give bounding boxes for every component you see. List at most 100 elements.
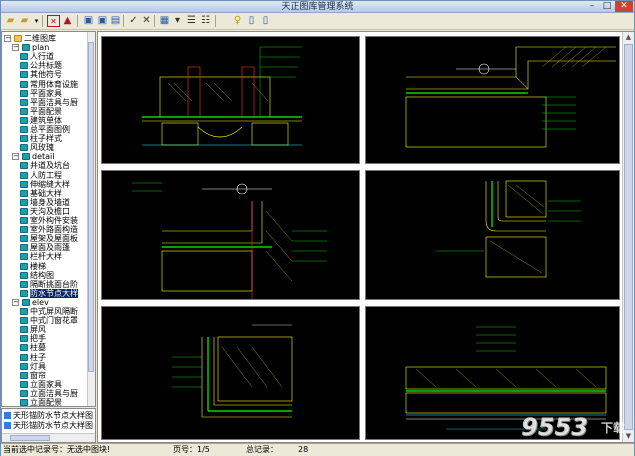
info-icon[interactable]: ▯ [245, 15, 258, 27]
cad-drawing [436, 180, 581, 278]
tree-node-label: 室外路面构造 [30, 225, 78, 235]
block-list-hscrollbar[interactable] [2, 433, 95, 442]
folder-icon [20, 317, 28, 325]
tree-item[interactable]: 立面配景 [20, 398, 62, 407]
block-list-hscroll-thumb[interactable] [10, 435, 50, 441]
drawing-thumbnail[interactable] [101, 306, 360, 440]
tree-node-label: 风玫瑰 [30, 143, 54, 153]
tree-node-label: 建筑单体 [30, 115, 62, 125]
settings-icon[interactable]: ▯ [259, 15, 272, 27]
list-detail-icon[interactable]: ☷ [199, 15, 212, 27]
folder-icon [20, 198, 28, 206]
tree-node-label: 人行道 [30, 52, 54, 62]
tree-node-label: 屋面及雨篷 [30, 243, 70, 253]
tree-node-label: 平面配景 [30, 106, 62, 116]
grid-icon[interactable]: ▦ [158, 15, 171, 27]
print-icon[interactable]: ▤ [109, 15, 122, 27]
folder-icon [20, 107, 28, 115]
drawing-thumbnail[interactable] [365, 36, 620, 164]
tree-node-label: 室外构件安装 [30, 216, 78, 225]
scroll-down-icon[interactable]: ▼ [624, 431, 633, 441]
select-icon[interactable]: ✕ [47, 15, 60, 27]
block-icon [4, 422, 11, 429]
tree-node-label: elev [32, 297, 49, 307]
folder-icon [20, 126, 28, 133]
preview-area: ▲ ▼ [97, 31, 634, 443]
block-list-panel: 天形锚防水节点大样图 天形锚防水节点大样图 [1, 408, 96, 443]
tree-node-label: 楼梯 [30, 261, 46, 271]
expand-toggle-icon[interactable]: − [12, 298, 19, 306]
folder-icon [20, 271, 28, 279]
scroll-up-icon[interactable]: ▲ [624, 32, 633, 42]
drawing-thumbnail[interactable] [101, 36, 360, 164]
block-list-item[interactable]: 天形锚防水节点大样图 [4, 421, 93, 431]
folder-icon [20, 226, 28, 234]
minimize-button[interactable]: – [585, 1, 599, 12]
tree-node-label: 窗帘 [30, 370, 46, 380]
folder-icon [20, 244, 28, 252]
title-bar: 天正图库管理系统 – □ ✕ [1, 1, 634, 13]
tree-node-label: 栏杆大样 [30, 252, 62, 262]
watermark-logo: 9553 [521, 413, 588, 441]
tree-node-label: 平面家具 [30, 88, 62, 98]
folder-icon [20, 371, 28, 379]
folder-icon [20, 289, 28, 297]
cad-drawing [142, 46, 302, 146]
folder-icon [20, 399, 28, 406]
folder-icon [20, 262, 28, 270]
preview-scrollbar[interactable]: ▲ ▼ [622, 32, 634, 442]
maximize-button[interactable]: □ [600, 1, 614, 12]
block-list-item[interactable]: 天形锚防水节点大样图 [4, 411, 93, 421]
preview-scroll-thumb[interactable] [624, 44, 633, 430]
import-icon[interactable]: ▣ [82, 15, 95, 27]
tree-node-label: 井道及坑台 [30, 161, 70, 171]
folder-icon [20, 380, 28, 388]
tree-node-label: 公共标题 [30, 61, 62, 71]
tree-node-label: 中式屏风隔断 [30, 307, 78, 316]
folder-icon [22, 298, 30, 306]
window-title: 天正图库管理系统 [281, 2, 354, 12]
tree-node-label: 墙身及墙道 [30, 197, 70, 207]
tree-node-label: 立面配景 [30, 398, 62, 407]
tree-node-label: plan [32, 43, 50, 53]
drawing-thumbnail[interactable] [101, 170, 360, 300]
folder-icon [20, 353, 28, 361]
tree-node-label: 防水节点大样 [30, 288, 78, 298]
tree-scrollbar[interactable] [87, 32, 95, 406]
folder-icon [22, 44, 30, 52]
list-icon[interactable]: ☰ [185, 15, 198, 27]
folder-icon [20, 171, 28, 179]
app-window: 天正图库管理系统 – □ ✕ ▰ ▰ ▾ ✕ ▲ ▣ ▣ ▤ ✓ ✕ ▦ ▾ ☰… [0, 0, 635, 456]
tree-node-label: 人防工程 [30, 170, 62, 180]
folder-icon [20, 53, 28, 61]
cross-icon[interactable]: ✕ [140, 15, 153, 27]
delete-icon[interactable]: ▲ [61, 15, 74, 27]
folder-icon [22, 153, 30, 161]
expand-toggle-icon[interactable]: − [4, 35, 11, 42]
view-icon[interactable]: ▾ [171, 15, 184, 27]
drawing-thumbnail[interactable] [365, 170, 620, 300]
tree-node-label: 屋架及屋面板 [30, 234, 78, 244]
folder-icon [20, 98, 28, 106]
help-icon[interactable]: ♀ [231, 15, 244, 27]
expand-toggle-icon[interactable]: − [12, 44, 19, 52]
folder-icon [20, 235, 28, 243]
check-icon[interactable]: ✓ [127, 15, 140, 27]
cad-drawing [172, 324, 293, 418]
tree-node-label: 立面家具 [30, 379, 62, 389]
expand-toggle-icon[interactable]: − [12, 153, 19, 161]
close-button[interactable]: ✕ [615, 1, 633, 12]
tree-node-label: 屏风 [30, 325, 46, 335]
folder-icon [20, 62, 28, 70]
folder-icon [20, 280, 28, 288]
folder-icon [20, 135, 28, 143]
folder-icon [20, 326, 28, 334]
tree-scroll-thumb[interactable] [88, 42, 94, 372]
toolbar: ▰ ▰ ▾ ✕ ▲ ▣ ▣ ▤ ✓ ✕ ▦ ▾ ☰ ☷ ♀ ▯ ▯ [1, 13, 634, 30]
tree-node-label: 灯具 [30, 361, 46, 371]
folder-icon [20, 144, 28, 152]
tree-node-label: 结构图 [30, 270, 54, 280]
export-icon[interactable]: ▣ [96, 15, 109, 27]
folder-open-icon[interactable]: ▰ [4, 15, 17, 27]
folder-icon [20, 389, 28, 397]
